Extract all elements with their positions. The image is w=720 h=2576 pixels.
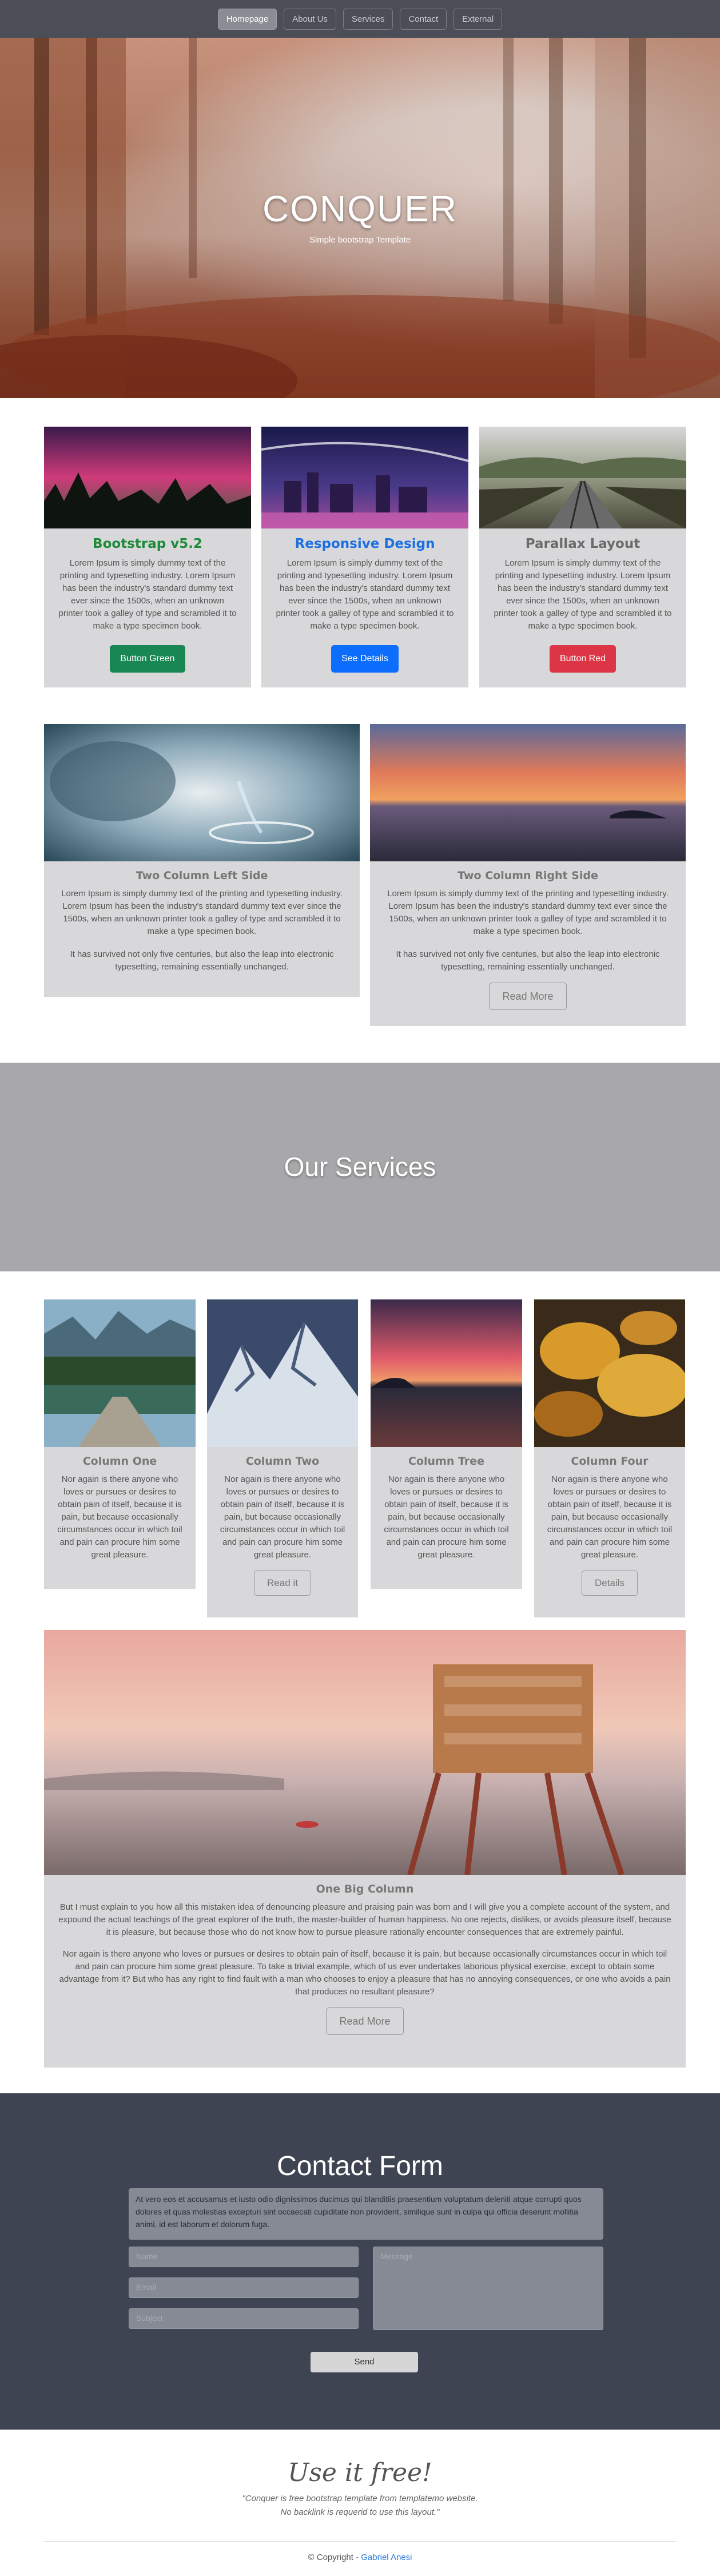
feature-card-bootstrap: Bootstrap v5.2 Lorem Ipsum is simply dum…	[44, 427, 251, 687]
nav-contact[interactable]: Contact	[400, 8, 447, 30]
feature-text: Lorem Ipsum is simply dummy text of the …	[58, 558, 237, 631]
services-heading: Our Services	[284, 1152, 436, 1182]
service-column-one: Column One Nor again is there anyone who…	[44, 1299, 196, 1589]
send-button[interactable]: Send	[311, 2352, 418, 2372]
copyright-text: © Copyright -	[308, 2553, 361, 2562]
big-column-title: One Big Column	[316, 1883, 414, 1895]
see-details-button[interactable]: See Details	[331, 645, 399, 673]
feature-card-responsive: Responsive Design Lorem Ipsum is simply …	[261, 427, 468, 687]
details-button[interactable]: Details	[582, 1571, 638, 1596]
footer-line-1: "Conquer is free bootstrap template from…	[242, 2494, 478, 2503]
button-green[interactable]: Button Green	[110, 645, 185, 673]
author-link[interactable]: Gabriel Anesi	[361, 2553, 412, 2562]
services-banner: Our Services	[0, 1063, 720, 1271]
contact-heading: Contact Form	[277, 2151, 443, 2181]
aurora-image	[44, 427, 251, 528]
copyright: © Copyright - Gabriel Anesi	[0, 2553, 720, 2562]
big-column-paragraph: Nor again is there anyone who loves or p…	[59, 1949, 671, 1997]
column-title: Column Tree	[408, 1455, 484, 1468]
two-column-right: Two Column Right Side Lorem Ipsum is sim…	[370, 724, 686, 1026]
column-paragraph: It has survived not only five centuries,…	[70, 949, 334, 972]
read-more-button[interactable]: Read More	[489, 983, 567, 1010]
snow-mountain-image	[207, 1299, 358, 1447]
feature-card-parallax: Parallax Layout Lorem Ipsum is simply du…	[479, 427, 686, 687]
column-paragraph: It has survived not only five centuries,…	[396, 949, 660, 972]
nav-about-us[interactable]: About Us	[284, 8, 336, 30]
lake-dock-image	[44, 1299, 196, 1447]
read-it-button[interactable]: Read it	[254, 1571, 311, 1596]
service-column-tree: Column Tree Nor again is there anyone wh…	[371, 1299, 522, 1589]
hero-title: CONQUER	[262, 188, 458, 229]
subject-input[interactable]: Subject	[129, 2308, 359, 2329]
one-big-column: One Big Column But I must explain to you…	[44, 1630, 686, 2068]
contact-section: Contact Form At vero eos et accusamus et…	[0, 2093, 720, 2430]
feature-title: Parallax Layout	[525, 536, 641, 551]
column-text: Nor again is there anyone who loves or p…	[57, 1474, 182, 1560]
column-paragraph: Lorem Ipsum is simply dummy text of the …	[61, 889, 343, 936]
email-input[interactable]: Email	[129, 2277, 359, 2298]
column-text: Nor again is there anyone who loves or p…	[220, 1474, 345, 1560]
service-column-two: Column Two Nor again is there anyone who…	[207, 1299, 358, 1617]
contact-note: At vero eos et accusamus et iusto odio d…	[129, 2188, 603, 2240]
service-column-four: Column Four Nor again is there anyone wh…	[534, 1299, 685, 1617]
nav-services[interactable]: Services	[343, 8, 393, 30]
nav-homepage[interactable]: Homepage	[217, 8, 277, 30]
railway-image	[479, 427, 686, 528]
column-title: Column Two	[245, 1455, 320, 1468]
two-column-left: Two Column Left Side Lorem Ipsum is simp…	[44, 724, 360, 997]
feature-text: Lorem Ipsum is simply dummy text of the …	[276, 558, 454, 631]
sunset-sea-image	[370, 724, 686, 861]
big-column-paragraph: But I must explain to you how all this m…	[58, 1902, 671, 1937]
name-input[interactable]: Name	[129, 2247, 359, 2267]
column-text: Nor again is there anyone who loves or p…	[384, 1474, 509, 1560]
water-drop-image	[44, 724, 360, 861]
top-nav: Homepage About Us Services Contact Exter…	[0, 0, 720, 38]
read-more-button[interactable]: Read More	[326, 2007, 404, 2035]
footer-heading: Use it free!	[288, 2458, 432, 2487]
column-paragraph: Lorem Ipsum is simply dummy text of the …	[387, 889, 669, 936]
column-title: Column One	[82, 1455, 157, 1468]
message-textarea[interactable]: Message	[373, 2247, 603, 2330]
footer-line-2: No backlink is requerid to use this layo…	[280, 2507, 440, 2517]
feature-text: Lorem Ipsum is simply dummy text of the …	[494, 558, 672, 631]
autumn-leaves-image	[534, 1299, 685, 1447]
sunset-rock-image	[371, 1299, 522, 1447]
footer-section: Use it free! "Conquer is free bootstrap …	[0, 2430, 720, 2576]
column-title: Column Four	[571, 1455, 649, 1468]
feature-title: Bootstrap v5.2	[93, 536, 202, 551]
button-red[interactable]: Button Red	[549, 645, 616, 673]
lifeguard-tower-image	[44, 1630, 686, 1875]
bridge-city-image	[261, 427, 468, 528]
nav-external[interactable]: External	[454, 8, 503, 30]
column-title: Two Column Left Side	[136, 869, 268, 882]
hero-banner: CONQUER Simple bootstrap Template	[0, 38, 720, 398]
column-title: Two Column Right Side	[458, 869, 598, 882]
hero-subtitle: Simple bootstrap Template	[309, 235, 411, 245]
column-text: Nor again is there anyone who loves or p…	[547, 1474, 673, 1560]
feature-title: Responsive Design	[295, 536, 435, 551]
footer-divider	[44, 2541, 676, 2542]
